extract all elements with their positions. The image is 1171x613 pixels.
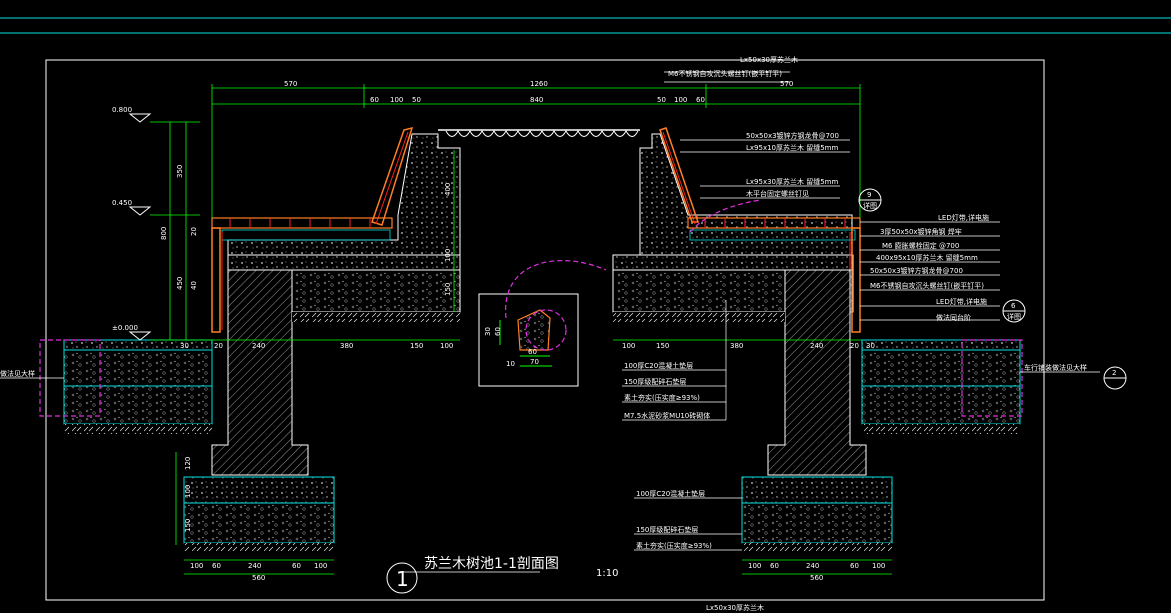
ann-bot-0: 100厚C20混凝土垫层 [636, 489, 705, 498]
callout-6-bottom: 详图 [1007, 312, 1021, 321]
dim-570-right: 570 [780, 80, 793, 88]
vdim-20: 20 [190, 227, 198, 236]
ann-mid-2: 素土夯实(压实度≥93%) [624, 393, 700, 402]
left-seat-slats [229, 218, 371, 228]
ann-top-9: 400x95x10厚苏兰木 留缝5mm [876, 253, 978, 262]
side-note-right: 车行铺装做法见大样 [1024, 363, 1087, 372]
fdim-l-60a: 60 [212, 562, 221, 570]
vdim-40: 40 [190, 281, 198, 290]
ann-top-11: M6不锈钢自攻沉头螺丝钉(嵌平钉平) [870, 281, 984, 290]
callout-2-top: 2 [1112, 369, 1116, 377]
fdim-l-100b: 100 [314, 562, 327, 570]
vdim-400: 400 [444, 183, 452, 196]
inset-dim-10: 10 [506, 360, 515, 368]
gdim-r-20: 20 [850, 342, 859, 350]
inset-dim-70: 70 [530, 358, 539, 366]
dim-100-l: 100 [390, 96, 403, 104]
inset-dim-60b: 60 [528, 348, 537, 356]
ann-top-4: Lx95x30厚苏兰木 留缝5mm [746, 177, 838, 186]
left-seat-structure [183, 126, 461, 551]
gdim-r-150: 150 [656, 342, 669, 350]
vdim-100: 100 [444, 249, 452, 262]
ann-bot-1: 150厚级配碎石垫层 [636, 525, 698, 534]
title-block: 1 苏兰木树池1-1剖面图 1:10 Lx50x30厚苏兰木 [386, 556, 764, 612]
gdim-l-240: 240 [252, 342, 265, 350]
gdim-r-30: 30 [866, 342, 875, 350]
ann-top-3: Lx95x10厚苏兰木 留缝5mm [746, 143, 838, 152]
gdim-r-240: 240 [810, 342, 823, 350]
fdim-l-60b: 60 [292, 562, 301, 570]
callout-9-bottom: 详图 [863, 201, 877, 210]
fdim-r-100a: 100 [748, 562, 761, 570]
ann-top-13: 做法同台阶 [936, 313, 971, 322]
tree-grate [438, 129, 640, 137]
gdim-l-380: 380 [340, 342, 353, 350]
inset-dim-30: 30 [484, 327, 492, 336]
ann-mid-3: M7.5水泥砂浆MU10砖砌体 [624, 411, 710, 420]
dim-50-r: 50 [657, 96, 666, 104]
dim-840: 840 [530, 96, 543, 104]
ann-top-12: LED灯带,详电施 [936, 297, 987, 306]
gdim-l-150: 150 [410, 342, 423, 350]
ann-mid-1: 150厚级配碎石垫层 [624, 377, 686, 386]
dim-570-left: 570 [284, 80, 297, 88]
ann-mid-0: 100厚C20混凝土垫层 [624, 361, 693, 370]
callout-6-top: 6 [1011, 302, 1016, 310]
drawing-scale: 1:10 [596, 568, 618, 579]
fdim-r-60b: 60 [850, 562, 859, 570]
gdim-l-100: 100 [440, 342, 453, 350]
ann-top-5: 木平台固定螺丝钉见 [746, 189, 809, 198]
vdim-450: 450 [176, 277, 184, 290]
fdim-r-240: 240 [806, 562, 819, 570]
side-note-left: 做法见大样 [0, 369, 35, 378]
callout-9-top: 9 [867, 191, 871, 199]
level-0450: 0.450 [112, 199, 132, 207]
fdim-v-100: 100 [184, 485, 192, 498]
bottom-cut-label: Lx50x30厚苏兰木 [706, 603, 764, 612]
fdim-l-240: 240 [248, 562, 261, 570]
drawing-title: 苏兰木树池1-1剖面图 [424, 556, 559, 572]
dim-60-l: 60 [370, 96, 379, 104]
top-dimension-text: 570 1260 570 60 100 50 840 50 100 60 [284, 80, 793, 104]
ann-top-8: M6 膨胀螺栓固定 @700 [882, 241, 959, 250]
vdim-350: 350 [176, 165, 184, 178]
inset-dim-60a: 60 [494, 327, 502, 336]
fdim-r-60a: 60 [770, 562, 779, 570]
dim-60-r: 60 [696, 96, 705, 104]
fdim-v-120: 120 [184, 457, 192, 470]
ann-top-10: 50x50x3镀锌方钢龙骨@700 [870, 266, 963, 275]
dim-50-l: 50 [412, 96, 421, 104]
vdim-800: 800 [160, 227, 168, 240]
dim-1260: 1260 [530, 80, 548, 88]
dim-100-r: 100 [674, 96, 687, 104]
fdim-v-150: 150 [184, 519, 192, 532]
ann-top-1: M6不锈钢自攻沉头螺丝钉(嵌平钉平) [668, 69, 782, 78]
ann-top-7: 3厚50x50x镀锌角钢 焊牢 [880, 227, 962, 236]
ann-bot-2: 素土夯实(压实度≥93%) [636, 541, 712, 550]
fdim-l-100a: 100 [190, 562, 203, 570]
cad-drawing-canvas: 0.800 0.450 ±0.000 570 1260 570 60 100 5… [0, 17, 1171, 612]
gdim-l-30: 30 [180, 342, 189, 350]
section-number: 1 [396, 567, 409, 591]
ann-top-2: 50x50x3镀锌方钢龙骨@700 [746, 131, 839, 140]
level-markers: 0.800 0.450 ±0.000 [112, 106, 152, 341]
ann-top-0: Lx50x30厚苏兰木 [740, 55, 798, 64]
fdim-l-560: 560 [252, 574, 265, 582]
level-0000: ±0.000 [112, 324, 138, 332]
gdim-r-380: 380 [730, 342, 743, 350]
fdim-r-100b: 100 [872, 562, 885, 570]
level-0800: 0.800 [112, 106, 132, 114]
ann-top-6: LED灯带,详电施 [938, 213, 989, 222]
gdim-l-20: 20 [214, 342, 223, 350]
gdim-r-100: 100 [622, 342, 635, 350]
fdim-r-560: 560 [810, 574, 823, 582]
vdim-150: 150 [444, 283, 452, 296]
